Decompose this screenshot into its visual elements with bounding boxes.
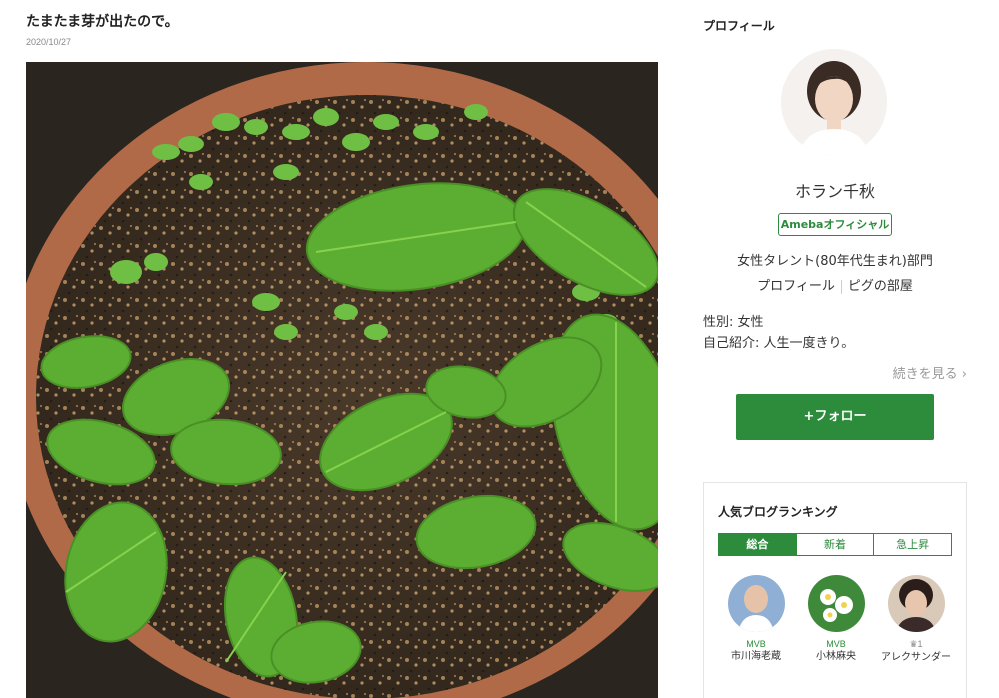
ranking-avatar[interactable] (887, 575, 945, 632)
ranking-name[interactable]: 市川海老蔵 (716, 651, 796, 663)
ranking-avatar[interactable] (727, 575, 785, 632)
profile-heading: プロフィール (703, 19, 775, 33)
ranking-label: MVB (746, 639, 766, 649)
ranking-tabs: 総合 新着 急上昇 (718, 533, 952, 556)
profile-avatar[interactable] (781, 49, 887, 155)
read-more-link[interactable]: 続きを見る › (893, 363, 967, 382)
ranking-category[interactable]: 女性タレント(80年代生まれ)部門 (703, 250, 967, 269)
profile-avatar-image (781, 49, 887, 155)
link-divider (840, 279, 842, 294)
tab-overall[interactable]: 総合 (719, 534, 797, 555)
ranking-avatar-image (807, 575, 865, 632)
ranking-label: ♛1 (909, 639, 923, 649)
gender-text: 性別: 女性 (703, 315, 764, 330)
ranking-avatar-image (887, 575, 945, 632)
pigg-room-link[interactable]: ピグの部屋 (848, 279, 913, 294)
post-date: 2020/10/27 (26, 37, 72, 47)
ranking-item[interactable]: MVB 市川海老蔵 (716, 575, 796, 663)
profile-link[interactable]: プロフィール (757, 279, 835, 294)
ranking-name[interactable]: アレクサンダー (876, 652, 956, 664)
ranking-label: MVB (826, 639, 846, 649)
tab-rising[interactable]: 急上昇 (874, 534, 951, 555)
basil-seedlings-image (26, 62, 658, 698)
post-title[interactable]: たまたま芽が出たので。 (26, 11, 179, 31)
profile-links: プロフィール ピグの部屋 (703, 275, 967, 294)
sidebar: プロフィール ホラン千秋 Amebaオフィシャル 女性タレント(80年代生まれ)… (703, 0, 967, 698)
ranking-avatar[interactable] (807, 575, 865, 632)
ranking-title: 人気ブログランキング (718, 505, 838, 519)
blog-ranking-panel: 人気ブログランキング 総合 新着 急上昇 MVB 市川海老蔵 MVB 小林麻央 … (703, 482, 967, 698)
official-badge: Amebaオフィシャル (778, 213, 892, 236)
ranking-avatar-image (727, 575, 785, 632)
follow-button[interactable]: +フォロー (736, 394, 934, 440)
post-photo (26, 62, 658, 698)
tab-new[interactable]: 新着 (797, 534, 875, 555)
ranking-item[interactable]: MVB 小林麻央 (796, 575, 876, 663)
intro-text: 自己紹介: 人生一度きり。 (703, 336, 855, 351)
profile-name[interactable]: ホラン千秋 (703, 178, 967, 202)
ranking-name[interactable]: 小林麻央 (796, 651, 876, 663)
ranking-item[interactable]: ♛1 アレクサンダー (876, 575, 956, 664)
